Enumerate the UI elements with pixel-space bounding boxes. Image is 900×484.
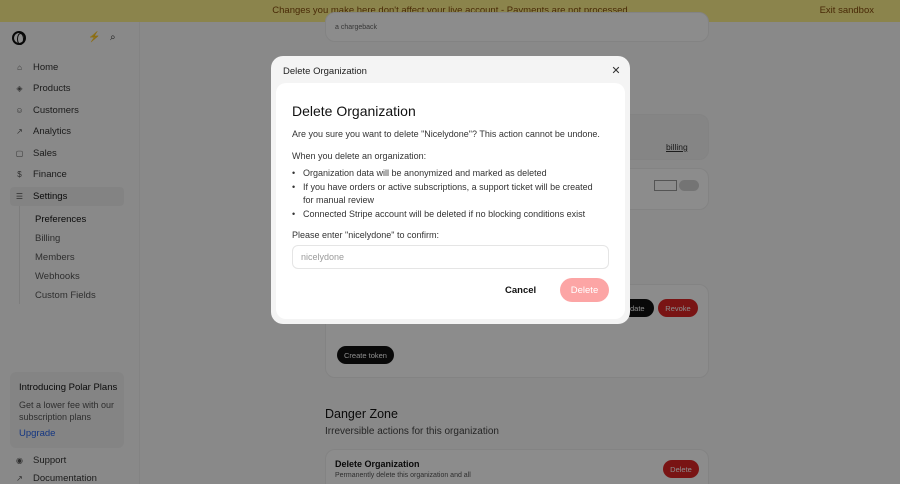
list-item: If you have orders or active subscriptio… [292,181,604,208]
list-item: Organization data will be anonymized and… [292,167,604,181]
close-icon[interactable]: ✕ [610,64,622,77]
confirm-prompt: Please enter "nicelydone" to confirm: [292,230,439,240]
cancel-button[interactable]: Cancel [505,285,536,296]
dialog-when-text: When you delete an organization: [292,151,427,161]
dialog-confirm-text: Are you sure you want to delete "Nicelyd… [292,129,600,139]
list-item: Connected Stripe account will be deleted… [292,208,604,222]
dialog-header-title: Delete Organization [283,66,367,77]
dialog-body: Delete Organization Are you sure you wan… [276,83,625,319]
delete-organization-dialog: Delete Organization ✕ Delete Organizatio… [271,56,630,324]
dialog-title: Delete Organization [292,103,416,119]
confirm-name-input[interactable] [292,245,609,269]
consequences-list: Organization data will be anonymized and… [292,167,604,221]
delete-button[interactable]: Delete [560,278,609,302]
